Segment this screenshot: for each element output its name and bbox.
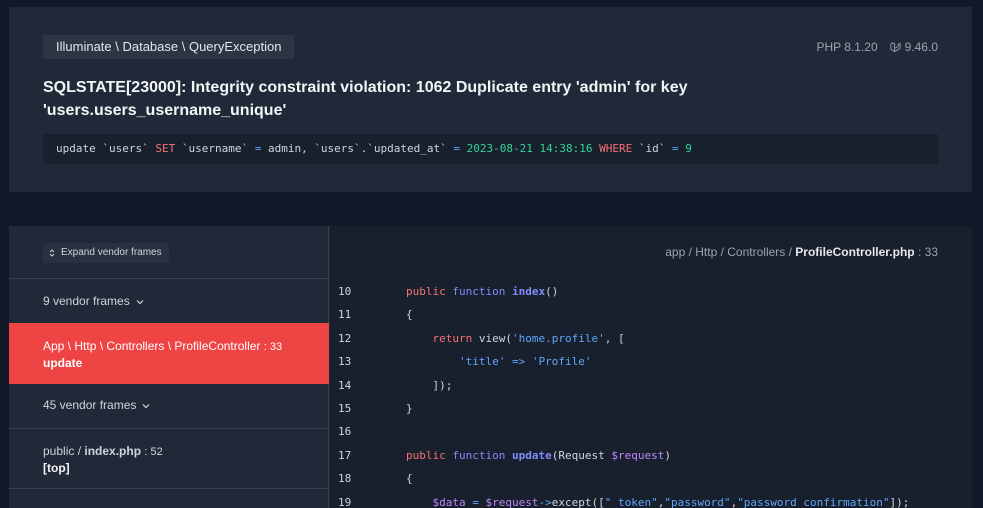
vendor-frames-toggle[interactable]: 9 vendor frames [9, 278, 329, 323]
sql-part: admin, `users`.`updated_at` [261, 142, 454, 155]
line-number: 18 [338, 472, 352, 486]
frame-file: index.php [84, 444, 142, 458]
frame-path: public / [43, 444, 85, 458]
chevron-down-icon [142, 403, 150, 409]
sql-operator: = [671, 142, 679, 155]
exception-header: Illuminate \ Database \ QueryException P… [9, 7, 972, 192]
line-number: 17 [338, 448, 352, 462]
code-line: 11 { [330, 303, 972, 326]
chevron-up-down-icon [49, 249, 55, 257]
code-text: } [406, 401, 413, 415]
code-text: { [406, 472, 413, 486]
chevron-down-icon [136, 299, 144, 305]
stack-trace: Expand vendor frames 9 vendor frames App… [9, 226, 972, 508]
code-line: 15} [330, 397, 972, 420]
frame-line: : 33 [263, 341, 283, 353]
line-number: 15 [338, 401, 352, 415]
file-name: ProfileController.php [795, 245, 915, 259]
php-version: PHP 8.1.20 [816, 40, 878, 54]
expand-vendor-frames-button[interactable]: Expand vendor frames [43, 243, 169, 263]
code-line: 14 ]); [330, 374, 972, 397]
code-line: 18 { [330, 467, 972, 490]
code-line: 12 return view('home.profile', [ [330, 327, 972, 350]
code-line: 19 $data = $request->except(["_token","p… [330, 491, 972, 508]
sql-id: 9 [678, 142, 692, 155]
code-text: return view('home.profile', [ [432, 331, 625, 345]
frames-list: Expand vendor frames 9 vendor frames App… [9, 226, 329, 508]
frame-active[interactable]: App \ Http \ Controllers \ ProfileContro… [9, 323, 329, 384]
code-viewer: app / Http / Controllers / ProfileContro… [330, 226, 972, 508]
sql-date: 2023-08-21 14:38:16 [460, 142, 600, 155]
sql-keyword: WHERE [599, 142, 633, 155]
code-text: ]); [406, 378, 453, 392]
code-line: 10 public function index() [330, 280, 972, 303]
line-number: 13 [338, 355, 352, 369]
code-text: 'title' => 'Profile' [458, 355, 592, 369]
frame-path: App \ Http \ Controllers \ ProfileContro… [43, 339, 261, 353]
file-path-prefix: app / Http / Controllers / [665, 245, 796, 259]
laravel-version: 9.46.0 [904, 40, 938, 54]
exception-class: Illuminate \ Database \ QueryException [43, 35, 295, 59]
laravel-version-group: 9.46.0 [890, 40, 938, 54]
frame-method: [top] [43, 461, 70, 475]
code-text: { [406, 308, 413, 322]
frame-divider [9, 488, 329, 508]
code-text: public function index() [406, 285, 559, 298]
file-path: app / Http / Controllers / ProfileContro… [665, 245, 938, 259]
frame-line: : 52 [144, 446, 163, 458]
line-number: 12 [338, 331, 352, 345]
file-line: : 33 [917, 245, 938, 259]
code-line: 17 public function update(Request $reques… [330, 444, 972, 467]
frame-method: update [43, 356, 83, 370]
line-number: 14 [338, 378, 352, 392]
line-number: 10 [338, 285, 352, 298]
sql-query: update `users` SET `username` = admin, `… [43, 134, 938, 164]
vendor-frames-label: 45 vendor frames [43, 398, 137, 412]
line-number: 11 [338, 308, 352, 322]
sql-part: update `users` [56, 142, 156, 155]
expand-vendor-frames-label: Expand vendor frames [61, 247, 162, 258]
vendor-frames-toggle[interactable]: 45 vendor frames [9, 384, 329, 428]
code-block: 10 public function index() 11 { 12 return … [330, 280, 972, 508]
laravel-logo-icon [890, 41, 901, 52]
code-line: 16 [330, 420, 972, 443]
code-text: $data = $request->except(["_token","pass… [432, 495, 910, 508]
sql-keyword: SET [155, 142, 176, 155]
version-info: PHP 8.1.20 9.46.0 [816, 40, 938, 54]
line-number: 16 [338, 425, 352, 439]
line-number: 19 [338, 495, 352, 508]
code-line: 13 'title' => 'Profile' [330, 350, 972, 373]
sql-part: `username` [175, 142, 255, 155]
frame-public-index[interactable]: public / index.php : 52 [top] [9, 428, 329, 488]
sql-part: `id` [632, 142, 672, 155]
code-text: public function update(Request $request) [406, 448, 671, 462]
vendor-frames-label: 9 vendor frames [43, 294, 130, 308]
exception-message: SQLSTATE[23000]: Integrity constraint vi… [43, 79, 688, 119]
